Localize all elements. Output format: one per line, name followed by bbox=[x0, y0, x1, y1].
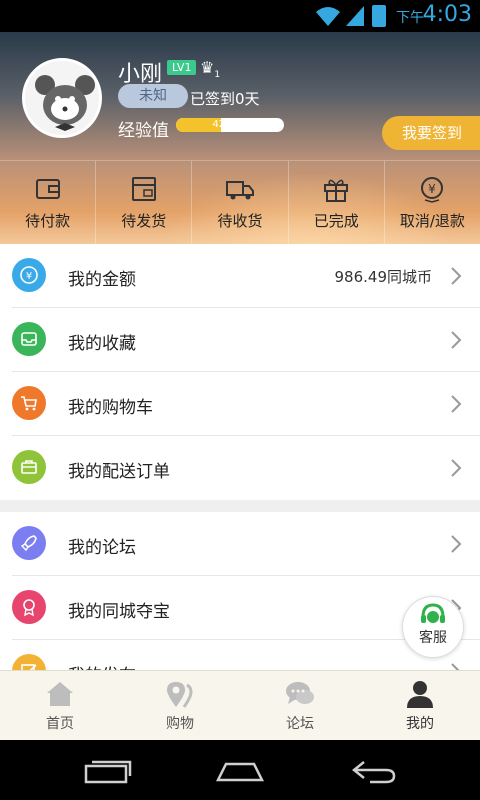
order-pending-receive[interactable]: 待收货 bbox=[192, 161, 289, 244]
status-ampm: 下午 bbox=[396, 10, 424, 26]
chevron-right-icon bbox=[451, 331, 462, 349]
status-badge: 未知 bbox=[118, 84, 188, 108]
rocket-icon bbox=[12, 526, 46, 560]
avatar[interactable] bbox=[22, 58, 102, 138]
exp-progress-bar: 42/100 bbox=[176, 118, 284, 132]
order-label: 待付款 bbox=[25, 212, 71, 230]
user-icon bbox=[407, 680, 433, 708]
chevron-right-icon bbox=[451, 395, 462, 413]
tab-label: 论坛 bbox=[286, 715, 314, 732]
gift-icon bbox=[324, 179, 349, 202]
headset-icon bbox=[421, 603, 445, 623]
tab-label: 首页 bbox=[46, 715, 74, 732]
menu-item-title: 我的购物车 bbox=[68, 398, 153, 418]
menu-item-cart[interactable]: 我的购物车 bbox=[0, 372, 480, 436]
back-icon[interactable] bbox=[350, 758, 398, 784]
cart-icon bbox=[12, 386, 46, 420]
medal-icon bbox=[12, 590, 46, 624]
menu-item-title: 我的论坛 bbox=[68, 538, 136, 558]
wifi-icon bbox=[316, 7, 340, 26]
order-refund[interactable]: ¥ 取消/退款 bbox=[385, 161, 480, 244]
truck-icon bbox=[226, 181, 254, 200]
order-pending-ship[interactable]: 待发货 bbox=[96, 161, 193, 244]
exp-progress-text: 42/100 bbox=[212, 119, 248, 130]
menu-item-forum[interactable]: 我的论坛 bbox=[0, 512, 480, 576]
svg-text:¥: ¥ bbox=[429, 182, 437, 196]
menu-item-value: 986.49同城币 bbox=[334, 268, 433, 286]
order-label: 待发货 bbox=[121, 212, 167, 230]
menu-item-delivery-orders[interactable]: 我的配送订单 bbox=[0, 436, 480, 500]
chevron-right-icon bbox=[451, 267, 462, 285]
order-status-row: 待付款 待发货 待收货 已完成 ¥ 取消/退款 bbox=[0, 160, 480, 244]
box-icon bbox=[131, 177, 156, 201]
profile-header: 小刚 LV1 ♛1 未知 已签到0天 经验值 42/100 我要签到 待付款 待… bbox=[0, 32, 480, 244]
home-nav-icon[interactable] bbox=[214, 758, 266, 784]
menu-item-title: 我的同城夺宝 bbox=[68, 602, 170, 622]
customer-service-button[interactable]: 客服 bbox=[402, 596, 464, 658]
signin-days: 已签到0天 bbox=[190, 90, 260, 108]
bottom-tab-bar: 首页 购物 论坛 我的 bbox=[0, 670, 480, 740]
refund-icon: ¥ bbox=[421, 177, 444, 203]
menu-item-balance[interactable]: ¥ 我的金额 986.49同城币 bbox=[0, 244, 480, 308]
bear-avatar-icon bbox=[25, 61, 99, 135]
chevron-right-icon bbox=[451, 459, 462, 477]
tab-home[interactable]: 首页 bbox=[0, 671, 120, 740]
exp-label: 经验值 bbox=[118, 121, 169, 141]
menu-item-favorites[interactable]: 我的收藏 bbox=[0, 308, 480, 372]
location-icon bbox=[167, 681, 193, 708]
wallet-icon bbox=[35, 179, 60, 199]
order-label: 待收货 bbox=[217, 212, 263, 230]
signin-button[interactable]: 我要签到 bbox=[382, 116, 480, 150]
crown-icon: ♛1 bbox=[200, 58, 221, 81]
menu-item-title: 我的收藏 bbox=[68, 334, 136, 354]
menu-item-title: 我的金额 bbox=[68, 270, 136, 290]
home-icon bbox=[47, 681, 73, 706]
svg-text:¥: ¥ bbox=[26, 271, 32, 282]
tab-mine[interactable]: 我的 bbox=[360, 671, 480, 740]
recent-apps-icon[interactable] bbox=[84, 758, 132, 784]
signal-icon bbox=[346, 6, 364, 26]
chevron-right-icon bbox=[451, 535, 462, 553]
order-label: 已完成 bbox=[313, 212, 359, 230]
briefcase-icon bbox=[12, 450, 46, 484]
tab-label: 我的 bbox=[406, 715, 434, 732]
yuan-icon: ¥ bbox=[12, 258, 46, 292]
inbox-icon bbox=[12, 322, 46, 356]
tab-label: 购物 bbox=[166, 715, 194, 732]
customer-service-label: 客服 bbox=[419, 630, 447, 646]
order-pending-payment[interactable]: 待付款 bbox=[0, 161, 97, 244]
level-badge: LV1 bbox=[167, 60, 197, 75]
status-bar: 下午 4:03 bbox=[0, 0, 480, 32]
battery-icon bbox=[372, 5, 386, 27]
order-label: 取消/退款 bbox=[399, 212, 465, 230]
menu-item-title: 我的配送订单 bbox=[68, 462, 170, 482]
tab-shopping[interactable]: 购物 bbox=[120, 671, 240, 740]
crown-count: 1 bbox=[214, 70, 221, 81]
chat-icon bbox=[286, 681, 314, 704]
status-time: 4:03 bbox=[422, 2, 472, 27]
order-completed[interactable]: 已完成 bbox=[289, 161, 385, 244]
system-nav-bar bbox=[0, 740, 480, 800]
tab-forum[interactable]: 论坛 bbox=[240, 671, 360, 740]
